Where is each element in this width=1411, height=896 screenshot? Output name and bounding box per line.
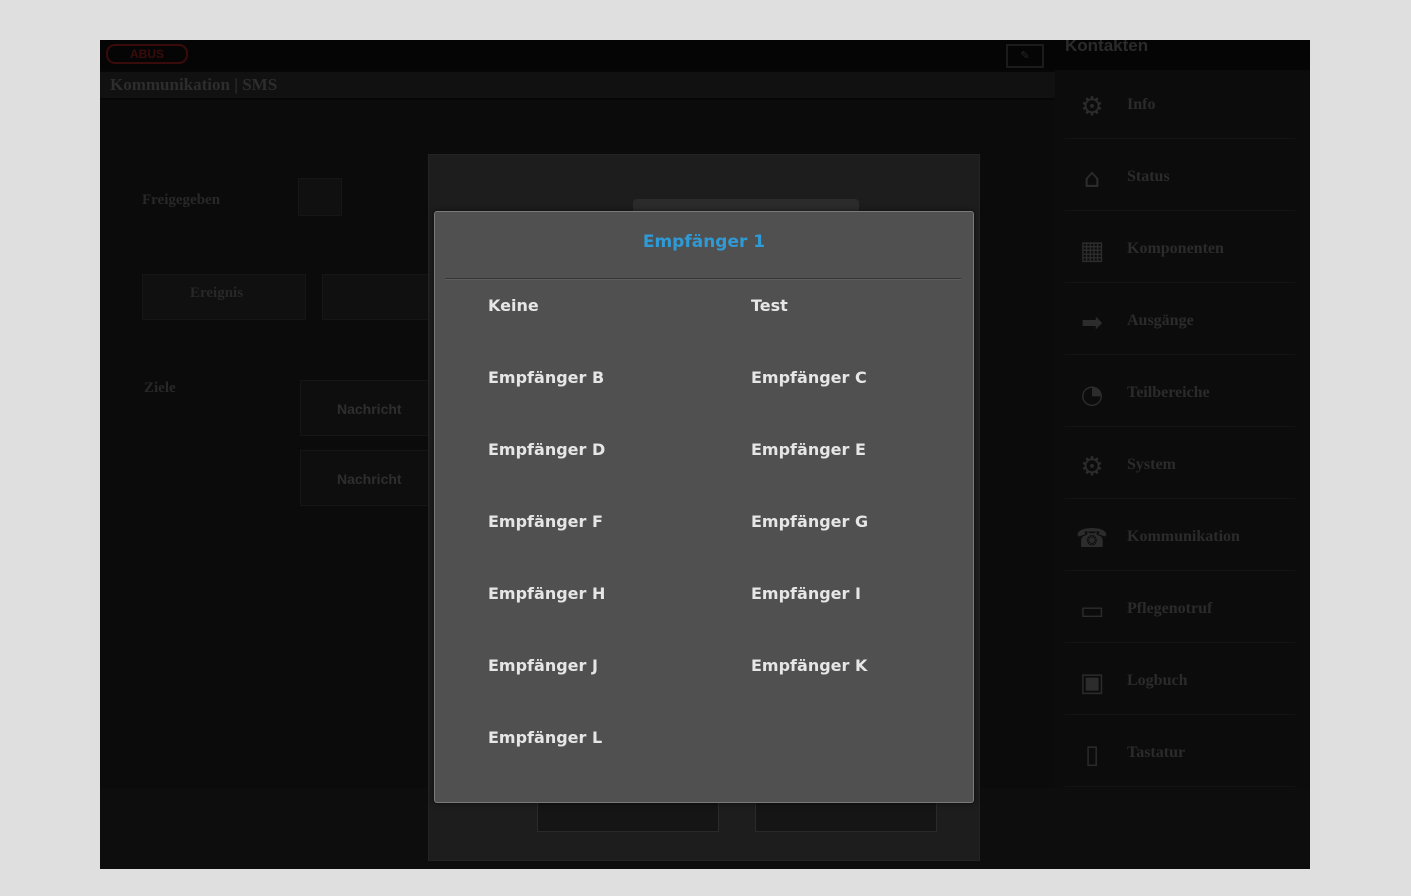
option-empfaenger-d[interactable]: Empfänger D [488,436,605,464]
sidebar-item-logbuch[interactable]: ▣ Logbuch [1065,646,1295,715]
bed-icon: ▭ [1079,596,1105,626]
dialog-divider [445,278,961,280]
partition-icon: ◔ [1080,380,1104,410]
option-empfaenger-e[interactable]: Empfänger E [751,436,866,464]
message-button-1[interactable]: Nachricht [300,380,430,436]
sidebar-item-label: System [1127,456,1176,473]
breadcrumb: Kommunikation | SMS [100,72,1055,98]
message-button-2[interactable]: Nachricht [300,450,430,506]
brand-logo: ABUS [106,44,188,64]
recipient-select-dialog: Empfänger 1 Keine Test Empfänger B Empfä… [434,211,974,803]
sidebar-item-komponenten[interactable]: ▦ Komponenten [1065,214,1295,283]
option-empfaenger-c[interactable]: Empfänger C [751,364,867,392]
header-icon: ✎ [1006,44,1044,68]
sidebar-item-label: Logbuch [1127,672,1188,689]
calendar-icon: ▣ [1079,668,1105,698]
sidebar-item-label: Pflegenotruf [1127,600,1213,617]
sidebar-item-label: Status [1127,168,1170,185]
gear-icon: ⚙ [1080,92,1104,122]
sidebar-item-label: Tastatur [1127,744,1186,761]
enabled-checkbox[interactable] [298,178,342,216]
keypad-icon: ▯ [1084,740,1100,770]
gear-icon: ⚙ [1080,452,1104,482]
sidebar-item-info[interactable]: ⚙ Info [1065,70,1295,139]
sidebar-item-pflegenotruf[interactable]: ▭ Pflegenotruf [1065,574,1295,643]
sidebar-item-kommunikation[interactable]: ☎ Kommunikation [1065,502,1295,571]
phone-icon: ☎ [1075,524,1109,554]
background-ok-button[interactable] [537,800,719,832]
sidebar-item-label: Ausgänge [1127,312,1194,329]
enabled-label: Freigegeben [142,192,221,208]
sidebar-item-ausgaenge[interactable]: ➡ Ausgänge [1065,286,1295,355]
option-empfaenger-k[interactable]: Empfänger K [751,652,867,680]
sidebar: ⚙ Info ⌂ Status ▦ Komponenten ➡ Ausgänge… [1055,70,1310,788]
background-cancel-button[interactable] [755,800,937,832]
option-test[interactable]: Test [751,292,788,320]
dialog-title: Empfänger 1 [642,232,766,252]
option-empfaenger-b[interactable]: Empfänger B [488,364,604,392]
option-empfaenger-l[interactable]: Empfänger L [488,724,602,752]
option-empfaenger-i[interactable]: Empfänger I [751,580,861,608]
sidebar-item-label: Info [1127,96,1156,113]
sidebar-item-status[interactable]: ⌂ Status [1065,142,1295,211]
home-icon: ⌂ [1083,164,1101,194]
option-empfaenger-h[interactable]: Empfänger H [488,580,605,608]
target-label: Ziele [144,380,176,396]
sidebar-item-label: Komponenten [1127,240,1224,257]
sidebar-item-label: Kommunikation [1127,528,1240,545]
option-empfaenger-j[interactable]: Empfänger J [488,652,598,680]
option-keine[interactable]: Keine [488,292,539,320]
sidebar-item-system[interactable]: ⚙ System [1065,430,1295,499]
option-empfaenger-g[interactable]: Empfänger G [751,508,868,536]
top-bar: ABUS ✎ Kontakten [100,40,1310,70]
header-title: Kontakten [1065,40,1149,55]
option-empfaenger-f[interactable]: Empfänger F [488,508,603,536]
output-icon: ➡ [1081,308,1103,338]
sidebar-item-label: Teilbereiche [1127,384,1210,401]
sidebar-item-tastatur[interactable]: ▯ Tastatur [1065,718,1295,787]
component-icon: ▦ [1079,236,1105,266]
event-label: Ereignis [190,285,244,301]
sidebar-item-teilbereiche[interactable]: ◔ Teilbereiche [1065,358,1295,427]
